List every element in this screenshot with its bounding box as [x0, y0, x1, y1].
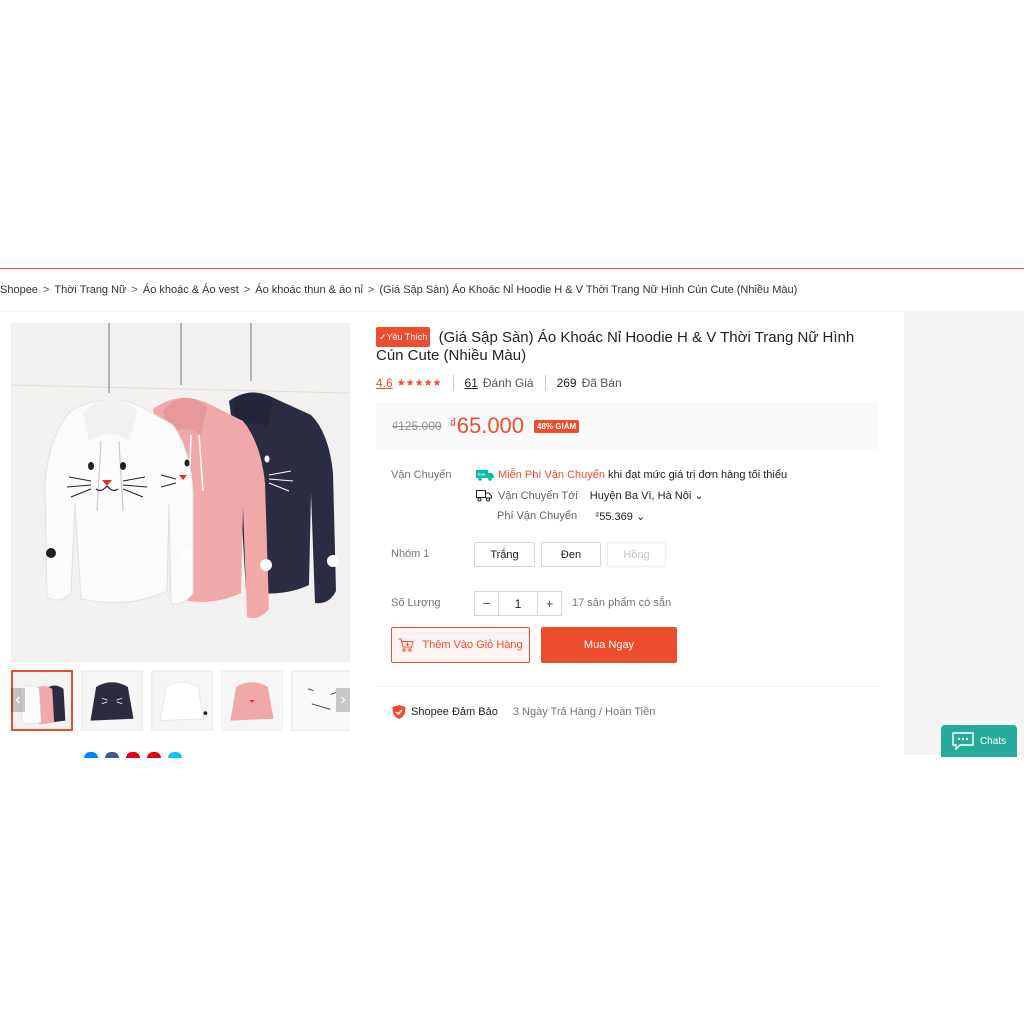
- breadcrumb: Shopee > Thời Trang Nữ > Áo khoác & Áo v…: [0, 283, 797, 297]
- guarantee-desc: 3 Ngày Trả Hàng / Hoàn Tiền: [512, 706, 656, 718]
- breadcrumb-item-current: (Giá Sập Sàn) Áo Khoác Nỉ Hoodie H & V T…: [379, 284, 798, 296]
- free-shipping-title: Miễn Phí Vận Chuyển: [498, 469, 606, 481]
- thumbnail-4[interactable]: [221, 670, 283, 731]
- breadcrumb-separator: >: [131, 284, 138, 296]
- breadcrumb-item-ao-khoac-ao-vest[interactable]: Áo khoác & Áo vest: [143, 284, 239, 296]
- hoodies-illustration: [11, 323, 350, 662]
- divider: [452, 375, 454, 391]
- thumbnail-strip: [11, 670, 350, 731]
- thumbnail-image: [223, 672, 281, 729]
- reviews-count[interactable]: 61: [465, 376, 478, 390]
- facebook-share-icon[interactable]: [105, 752, 119, 758]
- shipping-fee-label: Phí Vận Chuyển: [497, 510, 578, 522]
- shopee-guarantee[interactable]: Shopee Đảm Bảo 3 Ngày Trả Hàng / Hoàn Ti…: [391, 704, 655, 720]
- favorite-badge-label: Yêu Thích: [386, 332, 428, 342]
- divider: [376, 686, 878, 687]
- messenger-share-icon[interactable]: [84, 752, 98, 758]
- pinterest-share-icon[interactable]: [126, 752, 140, 758]
- free-shipping-icon: free: [476, 470, 494, 481]
- gallery-prev-arrow-icon[interactable]: ‹: [11, 688, 25, 712]
- chat-icon: [952, 732, 974, 750]
- breadcrumb-separator: >: [243, 284, 251, 296]
- chat-button[interactable]: Chats: [941, 725, 1017, 757]
- sale-price: ₫65.000: [450, 413, 524, 439]
- add-to-cart-label: Thêm Vào Giỏ Hàng: [422, 639, 523, 651]
- share-buttons: [84, 752, 182, 758]
- breadcrumb-item-thoi-trang-nu[interactable]: Thời Trang Nữ: [54, 284, 126, 296]
- header-divider: [0, 268, 1024, 269]
- sold-label: Đã Bán: [581, 376, 622, 390]
- product-main-image[interactable]: [11, 323, 350, 662]
- sold-count: 269: [556, 376, 577, 390]
- favorite-badge: ✓Yêu Thích: [376, 327, 431, 347]
- gallery-next-arrow-icon[interactable]: ›: [336, 688, 350, 712]
- quantity-label: Số Lượng: [391, 597, 441, 609]
- buy-now-button[interactable]: Mua Ngay: [541, 627, 677, 663]
- breadcrumb-separator: >: [42, 284, 50, 296]
- svg-text:free: free: [478, 472, 486, 477]
- breadcrumb-item-ao-khoac-thun[interactable]: Áo khoác thun & áo nỉ: [255, 284, 363, 296]
- guarantee-title: Shopee Đảm Bảo: [411, 706, 498, 718]
- truck-icon: [476, 490, 492, 502]
- currency-symbol: ₫: [449, 415, 457, 431]
- original-price: ₫125.000: [392, 419, 442, 433]
- shipping-fee-select[interactable]: ₫55.369 ⌄: [595, 510, 645, 523]
- quantity-decrease-button[interactable]: −: [474, 591, 499, 616]
- discount-badge: 48% GIẢM: [534, 419, 580, 433]
- shipping-fee-row: Phí Vận Chuyển ₫55.369 ⌄: [497, 510, 645, 523]
- cart-icon: [398, 638, 415, 652]
- shipping-to-label: Vận Chuyển Tới: [498, 489, 578, 502]
- quantity-increase-button[interactable]: +: [537, 591, 562, 616]
- free-shipping-row: free Miễn Phí Vận Chuyển khi đạt mức giá…: [476, 469, 787, 481]
- variant-option-hong: Hồng: [607, 542, 666, 567]
- breadcrumb-separator: >: [367, 284, 375, 296]
- rating-stars-icon: ★★★★★: [396, 377, 442, 389]
- price-box: ₫125.000 ₫65.000 48% GIẢM: [376, 402, 878, 450]
- rating-row: 4.6 ★★★★★ 61 Đánh Giá 269 Đã Bán: [376, 375, 622, 391]
- product-title-block: ✓Yêu Thích (Giá Sập Sàn) Áo Khoác Nỉ Hoo…: [376, 327, 876, 365]
- thumbnail-2[interactable]: [81, 670, 143, 731]
- reviews-label: Đánh Giá: [482, 376, 534, 390]
- chat-label: Chats: [979, 735, 1007, 747]
- quantity-stepper: − 1 +: [474, 591, 562, 616]
- shipping-label: Vận Chuyển: [391, 469, 452, 481]
- divider: [544, 375, 546, 391]
- quantity-input[interactable]: 1: [499, 591, 537, 616]
- variant-option-den[interactable]: Đen: [541, 542, 601, 567]
- stock-available: 17 sản phẩm có sẵn: [572, 597, 672, 609]
- chevron-down-icon: ⌄: [635, 511, 646, 523]
- chevron-down-icon: ⌄: [694, 490, 704, 502]
- shipping-fee-value: 55.369: [599, 511, 633, 523]
- shipping-to-value: Huyện Ba Vì, Hà Nội: [589, 490, 692, 502]
- rating-score[interactable]: 4.6: [376, 376, 393, 390]
- shipping-to-select[interactable]: Huyện Ba Vì, Hà Nội ⌄: [590, 489, 704, 502]
- thumbnail-image: [153, 672, 211, 729]
- shipping-destination-row: Vận Chuyển Tới Huyện Ba Vì, Hà Nội ⌄: [476, 489, 704, 502]
- variant-option-trang[interactable]: Trắng: [474, 542, 535, 567]
- add-to-cart-button[interactable]: Thêm Vào Giỏ Hàng: [391, 627, 530, 663]
- breadcrumb-item-shopee[interactable]: Shopee: [0, 284, 38, 296]
- thumbnail-3[interactable]: [151, 670, 213, 731]
- sale-price-value: 65.000: [456, 413, 525, 438]
- thumbnail-image: [83, 672, 141, 729]
- shield-icon: [392, 705, 406, 719]
- twitter-share-icon[interactable]: [168, 752, 182, 758]
- variant-label: Nhóm 1: [391, 548, 430, 560]
- favorite-icon[interactable]: [147, 752, 161, 758]
- free-shipping-desc: khi đạt mức giá trị đơn hàng tối thiểu: [608, 469, 788, 481]
- product-title: (Giá Sập Sàn) Áo Khoác Nỉ Hoodie H & V T…: [376, 329, 855, 364]
